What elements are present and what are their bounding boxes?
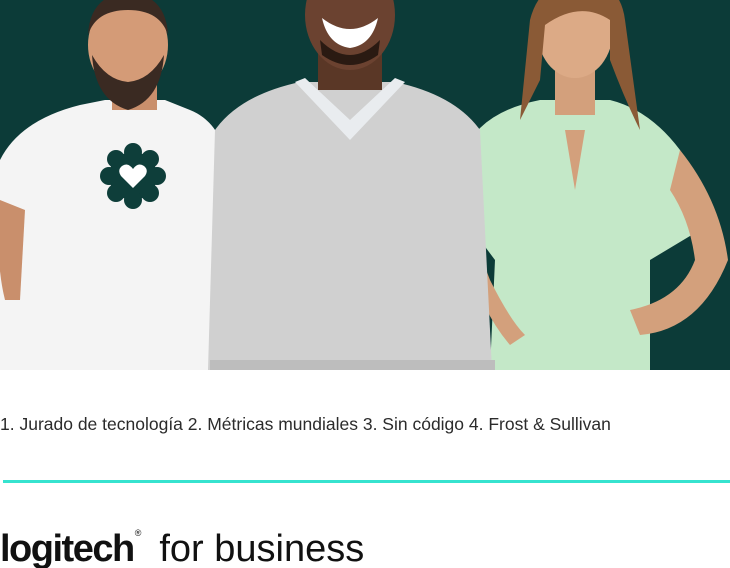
logitech-logo[interactable]: logitech [0,528,135,568]
registered-mark: ® [134,528,142,538]
hero-illustration [0,0,730,370]
brand-footer: logitech® for business [0,528,364,568]
heart-flower-icon [100,143,166,209]
footnotes-text: 1. Jurado de tecnología 2. Métricas mund… [0,414,611,434]
divider-line [3,480,730,483]
brand-suffix: for business [159,528,365,568]
hero-image [0,0,730,370]
